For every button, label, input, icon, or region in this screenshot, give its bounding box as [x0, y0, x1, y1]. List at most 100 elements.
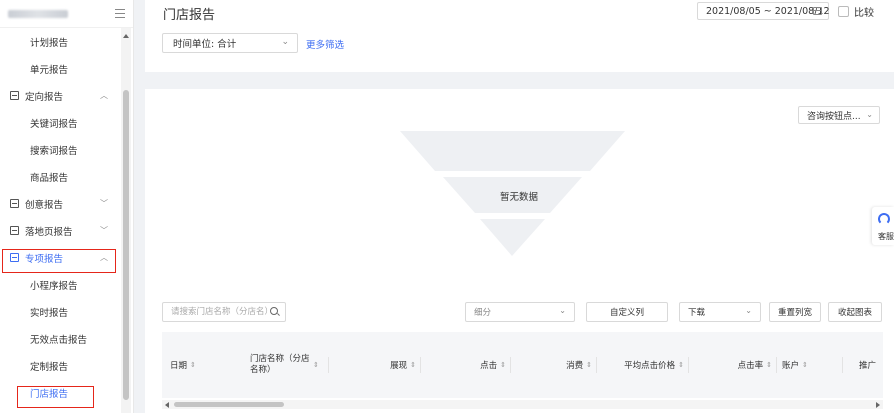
sort-icon[interactable]: ⇕ [586, 361, 592, 369]
download-select[interactable]: 下载 ⌄ [679, 302, 761, 322]
segment-select-value: 细分 [474, 308, 492, 318]
reset-column-width-button[interactable]: 重置列宽 [769, 302, 821, 322]
column-header-account[interactable]: 账户 ⇕ [782, 332, 842, 398]
calendar-icon [813, 7, 822, 15]
chart-metric-select[interactable]: 咨询按钮点... ⌄ [798, 106, 880, 124]
sidebar-item-label: 创意报告 [25, 199, 64, 211]
empty-funnel-top [400, 131, 625, 171]
sidebar-group-7[interactable]: 落地页报告 ﹀ [0, 217, 120, 244]
sidebar-item-3[interactable]: 关键词报告 [0, 109, 120, 136]
time-unit-value: 时间单位: 合计 [173, 39, 237, 50]
sort-icon[interactable]: ⇕ [766, 361, 772, 369]
column-divider[interactable] [842, 357, 843, 373]
scroll-right-icon[interactable] [876, 402, 880, 408]
table-header: 日期 ⇕ 门店名称（分店名称） ⇕ 展现 ⇕ 点击 ⇕ 消费 ⇕ 平均点击价格 ⇕ 点击率 ⇕… [162, 332, 883, 398]
report-folder-icon [10, 199, 19, 208]
chevron-down-icon: ﹀ [100, 226, 108, 235]
empty-funnel-bottom [480, 219, 545, 256]
sidebar-item-label: 无效点击报告 [30, 334, 88, 346]
chevron-down-icon: ⌄ [745, 306, 752, 315]
collapse-chart-button[interactable]: 收起图表 [828, 302, 882, 322]
sidebar-item-label: 定向报告 [25, 91, 64, 103]
sidebar-item-0[interactable]: 计划报告 [0, 28, 120, 55]
store-search-placeholder: 请搜索门店名称（分店名） [171, 307, 274, 317]
report-table: 日期 ⇕ 门店名称（分店名称） ⇕ 展现 ⇕ 点击 ⇕ 消费 ⇕ 平均点击价格 ⇕ 点击率 ⇕… [162, 332, 883, 413]
logo [8, 9, 68, 18]
page-title: 门店报告 [163, 8, 216, 23]
compare-label: 比较 [854, 8, 874, 19]
compare-toggle[interactable]: 比较 [838, 4, 874, 19]
column-header-ctr[interactable]: 点击率 ⇕ [688, 332, 776, 398]
scroll-left-icon[interactable] [165, 402, 169, 408]
sidebar-item-label: 商品报告 [30, 172, 69, 184]
column-header-cost[interactable]: 消费 ⇕ [510, 332, 596, 398]
sidebar-item-label: 落地页报告 [25, 226, 73, 238]
compare-checkbox[interactable] [838, 6, 849, 17]
time-unit-select[interactable]: 时间单位: 合计 ⌄ [162, 33, 298, 53]
sidebar-item-label: 单元报告 [30, 64, 69, 76]
sidebar-item-11[interactable]: 无效点击报告 [0, 325, 120, 352]
column-header-clicks[interactable]: 点击 ⇕ [420, 332, 510, 398]
report-card: 咨询按钮点... ⌄ 暂无数据 请搜索门店名称（分店名） 细分 ⌄ 自定义列 下… [145, 89, 894, 413]
main-area: 门店报告 2021/08/05 ~ 2021/08/12 比较 时间单位: 合计… [145, 0, 894, 413]
column-header-avg-cpc[interactable]: 平均点击价格 ⇕ [596, 332, 688, 398]
custom-columns-button[interactable]: 自定义列 [586, 302, 668, 322]
search-icon[interactable] [270, 307, 278, 315]
sidebar-item-10[interactable]: 实时报告 [0, 298, 120, 325]
scroll-up-icon[interactable] [123, 34, 129, 38]
sidebar-item-9[interactable]: 小程序报告 [0, 271, 120, 298]
more-filters-link[interactable]: 更多筛选 [306, 37, 344, 51]
sort-icon[interactable]: ⇕ [410, 361, 416, 369]
sidebar-item-label: 关键词报告 [30, 118, 78, 130]
sidebar-header [0, 0, 133, 28]
sidebar-scrollbar-thumb[interactable] [123, 90, 129, 400]
sidebar-item-label: 计划报告 [30, 37, 69, 49]
chart-metric-value: 咨询按钮点... [807, 111, 861, 122]
table-scrollbar-thumb[interactable] [174, 402, 284, 407]
column-header-impressions[interactable]: 展现 ⇕ [328, 332, 420, 398]
sidebar-scrollbar[interactable] [121, 28, 131, 413]
sidebar-item-12[interactable]: 定制报告 [0, 352, 120, 379]
empty-state-text: 暂无数据 [500, 192, 539, 203]
sort-icon[interactable]: ⇕ [500, 361, 506, 369]
date-range-text: 2021/08/05 ~ 2021/08/12 [706, 5, 830, 17]
sidebar-group-6[interactable]: 创意报告 ﹀ [0, 190, 120, 217]
headset-icon [878, 213, 890, 225]
sidebar-item-1[interactable]: 单元报告 [0, 55, 120, 82]
sort-icon[interactable]: ⇕ [190, 361, 196, 369]
report-folder-icon [10, 226, 19, 235]
chevron-up-icon: ︿ [100, 91, 108, 100]
chevron-down-icon: ﹀ [100, 199, 108, 208]
sidebar-item-label: 定制报告 [30, 361, 69, 373]
customer-service-tab[interactable]: 客服 [872, 207, 894, 245]
filter-card: 门店报告 2021/08/05 ~ 2021/08/12 比较 时间单位: 合计… [145, 0, 894, 72]
sort-icon[interactable]: ⇕ [313, 361, 319, 369]
segment-select[interactable]: 细分 ⌄ [465, 302, 575, 322]
sort-icon[interactable]: ⇕ [678, 361, 684, 369]
date-range-picker[interactable]: 2021/08/05 ~ 2021/08/12 [697, 2, 830, 20]
menu-collapse-icon[interactable] [115, 9, 125, 18]
sidebar-item-4[interactable]: 搜索词报告 [0, 136, 120, 163]
store-search-input[interactable]: 请搜索门店名称（分店名） [162, 302, 286, 322]
sidebar-item-5[interactable]: 商品报告 [0, 163, 120, 190]
sidebar-group-2[interactable]: 定向报告 ︿ [0, 82, 120, 109]
column-header-store-name[interactable]: 门店名称（分店名称） ⇕ [250, 332, 328, 398]
column-divider[interactable] [776, 357, 777, 373]
highlight-box-store-report [17, 386, 94, 408]
chevron-down-icon: ⌄ [559, 306, 566, 315]
sidebar: 计划报告 单元报告 定向报告 ︿ 关键词报告 搜索词报告 商品报告 创意报告 ﹀ 落地页报告 ﹀ 专项… [0, 0, 134, 413]
sidebar-menu: 计划报告 单元报告 定向报告 ︿ 关键词报告 搜索词报告 商品报告 创意报告 ﹀ 落地页报告 ﹀ 专项… [0, 28, 120, 406]
sidebar-item-label: 实时报告 [30, 307, 69, 319]
customer-service-label: 客服 [878, 232, 894, 241]
column-header-date[interactable]: 日期 ⇕ [170, 332, 240, 398]
report-folder-icon [10, 91, 19, 100]
highlight-box-special-report [2, 249, 116, 273]
table-toolbar: 请搜索门店名称（分店名） 细分 ⌄ 自定义列 下载 ⌄ 重置列宽 收起图表 [162, 302, 882, 322]
chevron-down-icon: ⌄ [281, 37, 289, 47]
column-header-promotion[interactable]: 推广 [859, 332, 883, 398]
chevron-down-icon: ⌄ [866, 110, 873, 119]
download-label: 下载 [688, 308, 706, 318]
table-horizontal-scrollbar[interactable] [162, 400, 883, 409]
sidebar-item-label: 搜索词报告 [30, 145, 78, 157]
sort-icon[interactable]: ⇕ [802, 361, 808, 369]
